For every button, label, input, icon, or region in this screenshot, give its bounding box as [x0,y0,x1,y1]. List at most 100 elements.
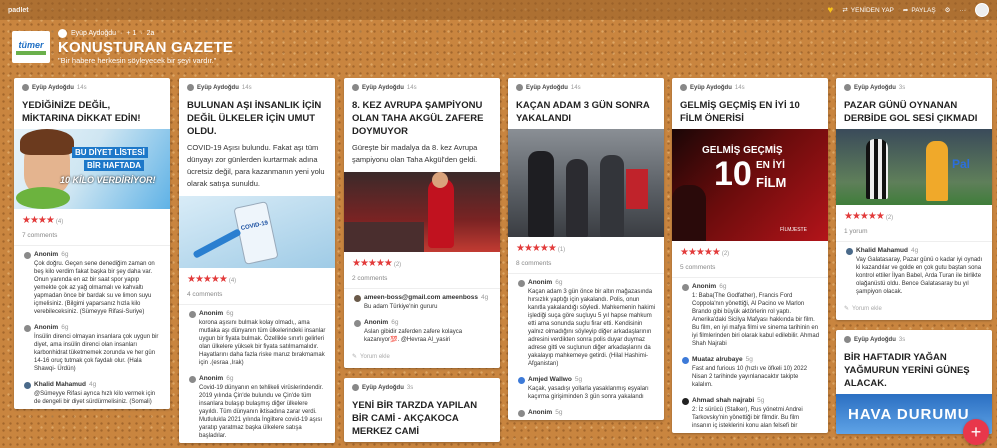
post-image[interactable] [344,172,500,252]
post-image[interactable]: COVID-19 [179,196,335,268]
post-title: PAZAR GÜNÜ OYNANAN DERBİDE GOL SESİ ÇIKM… [844,100,978,124]
person-3 [600,155,624,237]
image-text-2: BİR HAFTADA [84,160,145,171]
post-author: Eyüp Aydoğdu 3s [836,78,992,94]
comment-count: 5 comments [672,260,828,278]
board-info: Eyüp Aydoğdu · + 1 · 2a KONUŞTURAN GAZET… [58,29,233,65]
post-title: 8. KEZ AVRUPA ŞAMPİYONU OLAN TAHA AKGÜL … [352,100,484,137]
commenter-avatar [24,251,31,259]
post-card[interactable]: Eyüp Aydoğdu 3s PAZAR GÜNÜ OYNANAN DERBİD… [836,78,992,320]
person-1 [528,151,554,237]
wrestler-head [432,172,448,188]
post-image[interactable]: Pal [836,129,992,205]
actor-silhouette [672,185,706,241]
syringe [192,228,242,259]
comment: Anonim 6g İnsülin direnci olmayan insanlar… [14,319,170,376]
commenter-avatar [846,247,853,255]
commenter-avatar [189,310,196,318]
board-author: Eyüp Aydoğdu · + 1 · 2a [58,29,233,38]
star-rating[interactable]: ★★★★ (4) [14,209,170,228]
star-rating[interactable]: ★★★★★ (1) [508,237,664,256]
star-rating[interactable]: ★★★★★ (2) [672,241,828,260]
comment-count: 1 yorum [836,224,992,242]
post-card[interactable]: Eyüp Aydoğdu 14s 8. KEZ AVRUPA ŞAMPİYONU … [344,78,500,368]
post-author: Eyüp Aydoğdu 14s [14,78,170,94]
post-card[interactable]: Eyüp Aydoğdu 3s YENİ BİR TARZDA YAPILAN B… [344,378,500,442]
author-avatar [22,84,29,91]
comment: Anonim 6g korona aşısını bulmak kolay olma… [179,305,335,370]
commenter-avatar [518,279,525,287]
comment: Khalid Mahamud 4g Vay Galatasaray, Pazar g… [836,242,992,299]
post-body: COVID-19 Aşısı bulundu. Fakat aşı tüm dü… [187,143,325,188]
comment-count: 8 comments [508,256,664,274]
board-subtitle: "Bir habere herkesin söyleyecek bir şeyi… [58,56,217,65]
image-text: Pal [952,157,971,171]
comment: Anonim 6g 1: Baba(The Godfather), Francis … [672,278,828,351]
person-2 [566,159,588,237]
comment: ameen-boss@gmail.com ameenboss 4g Bu adam … [344,289,500,314]
author-avatar [187,84,194,91]
commenter-avatar [354,319,361,327]
heart-icon[interactable]: ♥ [827,5,833,16]
post-title: YENİ BİR TARZDA YAPILAN BİR CAMİ - AKÇAK… [352,400,478,437]
padlet-brand[interactable]: padlet [8,7,29,14]
commenter-avatar [189,375,196,383]
comment: Anonim 6g Çok doğru. Geçen sene denediğim … [14,246,170,319]
top-actions: ♥ ⇄ YENİDEN YAP ➦ PAYLAŞ ⚙ ··· [827,3,989,17]
star-rating[interactable]: ★★★★★ (2) [836,205,992,224]
add-post-button[interactable]: + [963,419,989,445]
star-rating[interactable]: ★★★★★ (4) [179,268,335,287]
comment: Muataz alrubaye 5g Fast and furious 10 (hı… [672,351,828,392]
top-bar: padlet ♥ ⇄ YENİDEN YAP ➦ PAYLAŞ ⚙ ··· [0,0,997,20]
post-author: Eyüp Aydoğdu 3s [344,378,500,394]
commenter-avatar [682,397,689,405]
post-card[interactable]: Eyüp Aydoğdu 14s KAÇAN ADAM 3 GÜN SONRA Y… [508,78,664,420]
user-avatar[interactable] [975,3,989,17]
add-comment-button[interactable]: ✎ Yorum ekle [836,299,992,320]
post-author: Eyüp Aydoğdu 3s [836,330,992,346]
image-brand: FİLMJESTE [780,227,807,233]
post-image[interactable] [508,129,664,237]
post-title: BULUNAN AŞI İNSANLIK İÇİN DEĞİL ÜLKELER … [187,100,322,137]
commenter-avatar [24,381,31,389]
wrestler-figure [428,178,454,248]
salad-bowl [16,187,70,209]
player-2 [926,141,948,201]
post-author: Eyüp Aydoğdu 14s [672,78,828,94]
crowd [344,222,424,252]
remake-button[interactable]: ⇄ YENİDEN YAP [842,6,894,15]
column-3: Eyüp Aydoğdu 14s 8. KEZ AVRUPA ŞAMPİYONU … [344,78,500,448]
image-text-1: BU DİYET LİSTESİ [72,147,148,158]
author-avatar [844,84,851,91]
star-rating[interactable]: ★★★★★ (2) [344,252,500,271]
comment-count: 2 comments [344,271,500,289]
post-image[interactable]: BU DİYET LİSTESİ BİR HAFTADA 10 KİLO VER… [14,129,170,209]
board-title: KONUŞTURAN GAZETE [58,39,234,56]
post-body: Güreşte bir madalya da 8. kez Avrupa şam… [352,143,478,164]
image-text-3: 10 [714,155,752,193]
post-title: GELMİŞ GEÇMİŞ EN İYİ 10 FİLM ÖNERİSİ [680,100,800,124]
image-text-2: EN İYİ [756,160,785,171]
post-author: Eyüp Aydoğdu 14s [179,78,335,94]
commenter-avatar [518,376,525,384]
post-card[interactable]: Eyüp Aydoğdu 3s BİR HAFTADIR YAĞAN YAĞMUR… [836,330,992,434]
comment: Anonim 6g Covid-19 dünyanın en tehlikeli v… [179,370,335,443]
comment: Anonim 6g Kaçan adam 3 gün önce bir altın … [508,274,664,371]
post-card[interactable]: Eyüp Aydoğdu 14s GELMİŞ GEÇMİŞ EN İYİ 10 … [672,78,828,433]
post-title: YEDİĞİNİZE DEĞİL, MİKTARINA DİKKAT EDİN! [22,100,141,124]
add-comment-button[interactable]: ✎ Yorum ekle [344,347,500,368]
comment: Amjed Wallwo 5g Kaçak, yasadışı yollarla y… [508,371,664,404]
post-card[interactable]: Eyüp Aydoğdu 14s YEDİĞİNİZE DEĞİL, MİKTAR… [14,78,170,409]
gear-icon[interactable]: ⚙ [945,6,951,14]
image-text-3: 10 KİLO VERDİRİYOR! [60,175,156,185]
post-image[interactable]: GELMİŞ GEÇMİŞ EN İYİ 10 FİLM FİLMJESTE [672,129,828,241]
comment-count: 4 comments [179,287,335,305]
post-card[interactable]: Eyüp Aydoğdu 14s BULUNAN AŞI İNSANLIK İÇİ… [179,78,335,443]
board-header: tümer Eyüp Aydoğdu · + 1 · 2a KONUŞTURAN… [0,20,997,74]
comment: Anonim 6g Aslan gibidir zaferden zafere ko… [344,314,500,347]
remake-icon: ⇄ [842,7,848,14]
author-avatar [58,29,67,38]
commenter-avatar [354,294,361,302]
more-button[interactable]: ··· [960,7,967,14]
share-button[interactable]: ➦ PAYLAŞ [903,6,936,15]
